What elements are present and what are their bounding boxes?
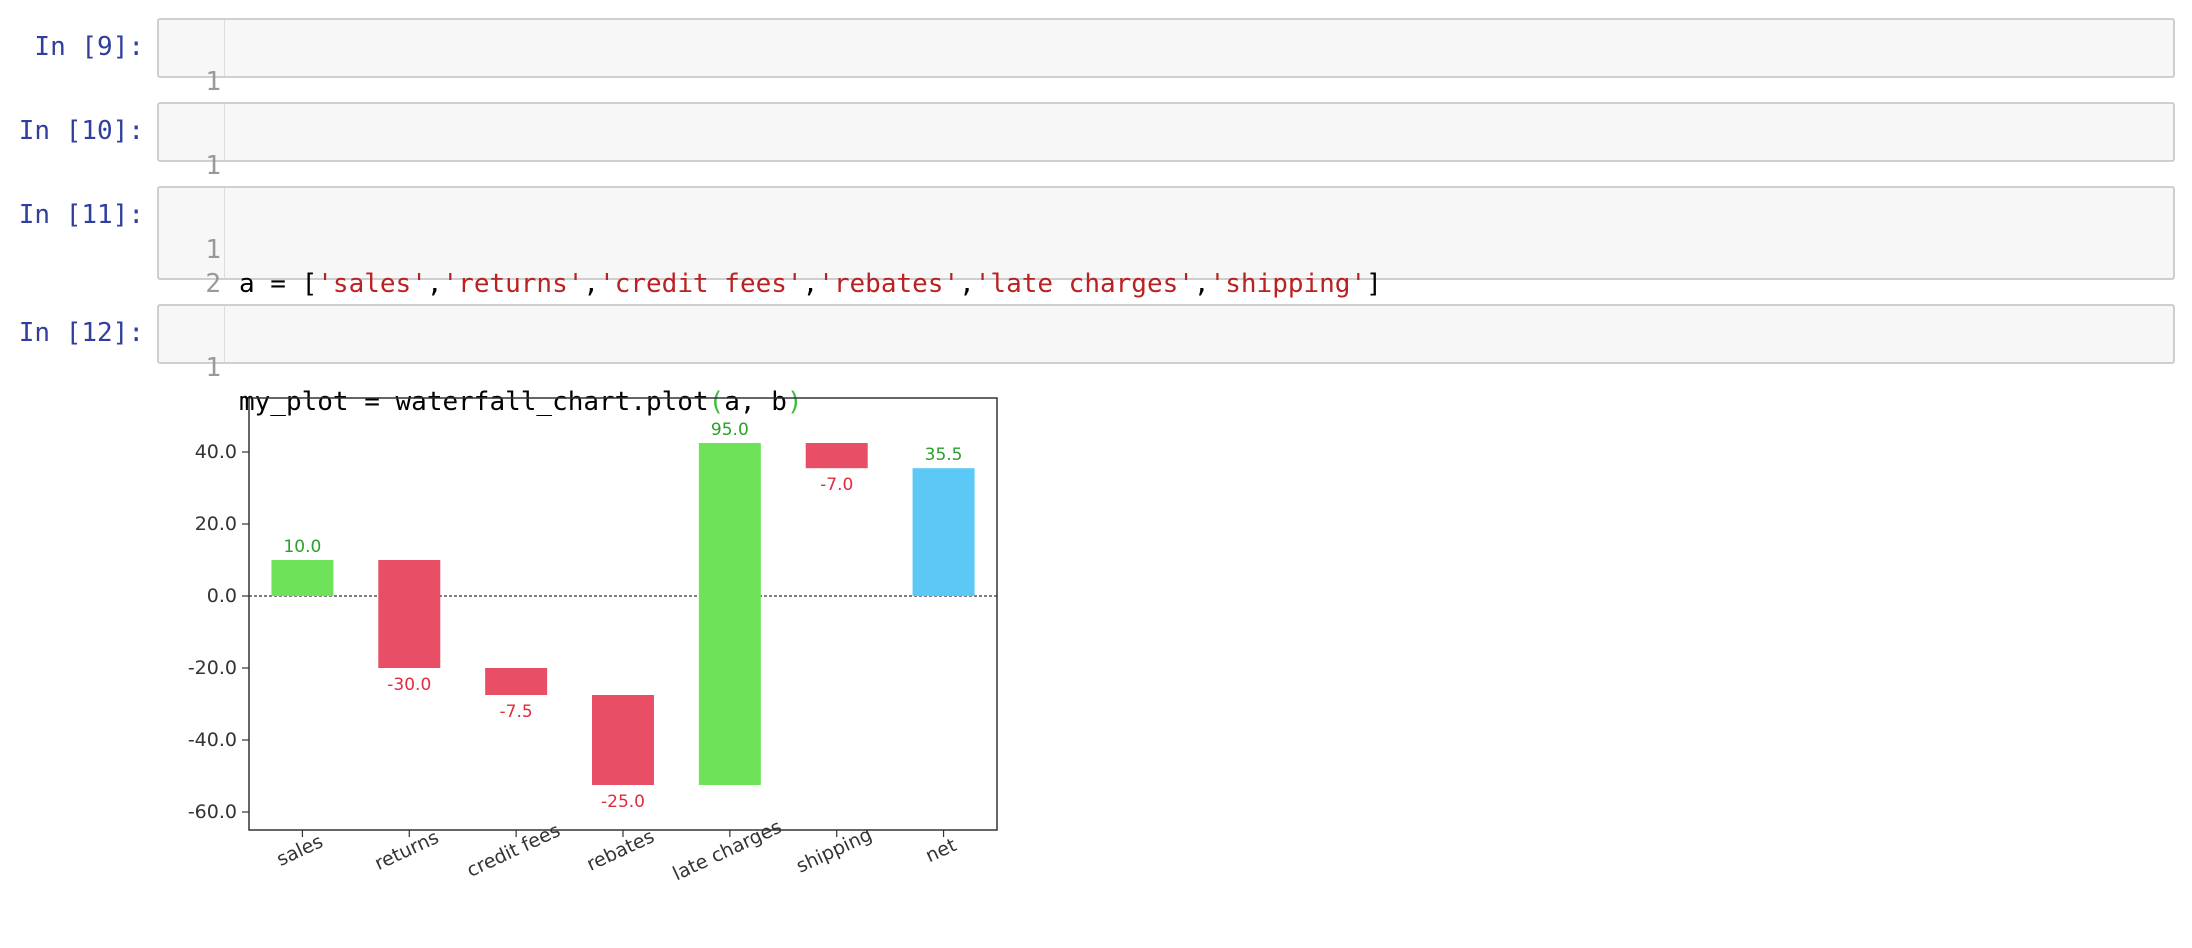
code-line[interactable]: 1 a = ['sales','returns','credit fees','… xyxy=(159,199,2173,299)
bar-shipping xyxy=(805,443,868,469)
code-token: , xyxy=(959,269,975,299)
data-label: 10.0 xyxy=(283,537,321,557)
y-tick-label: -60.0 xyxy=(188,801,237,823)
x-tick-label: rebates xyxy=(583,825,657,875)
code-token: 'returns' xyxy=(442,269,584,299)
data-label: -7.5 xyxy=(500,702,533,722)
bar-net xyxy=(912,468,975,596)
code-token: 'credit fees' xyxy=(599,269,803,299)
x-tick-label: credit fees xyxy=(463,819,563,881)
cell-prompt: In [9]: xyxy=(34,32,144,62)
code-line[interactable]: 1 %matplotlib inline xyxy=(159,31,2173,131)
code-token: 'late charges' xyxy=(974,269,1194,299)
bar-late-charges xyxy=(698,443,761,785)
line-number: 2 xyxy=(205,269,221,299)
y-tick-label: 0.0 xyxy=(207,585,237,607)
cell-output: 10.0 sales -30.0 returns -7.5 credit fees -25.… xyxy=(157,384,1017,948)
x-tick-label: returns xyxy=(371,826,442,875)
cell-prompt: In [11]: xyxy=(18,200,144,230)
code-token: , xyxy=(426,269,443,299)
code-input[interactable]: 1 import waterfall_chart xyxy=(157,102,2175,215)
code-token: , xyxy=(1193,269,1210,299)
code-token: ] xyxy=(1366,269,1382,299)
line-number: 1 xyxy=(205,67,221,97)
x-tick-label: sales xyxy=(273,830,326,870)
code-line[interactable]: 1 my_plot = waterfall_chart.plot(a, b) xyxy=(159,317,2173,417)
bar-rebates xyxy=(592,695,654,785)
code-token: , xyxy=(583,269,600,299)
bar-credit-fees xyxy=(485,668,548,695)
data-label: 35.5 xyxy=(925,445,963,465)
y-tick-label: -20.0 xyxy=(188,657,237,679)
y-tick-label: 20.0 xyxy=(195,513,237,535)
data-label: -7.0 xyxy=(820,475,853,495)
code-token: 'sales' xyxy=(317,269,427,299)
y-tick-label: 40.0 xyxy=(195,441,237,463)
code-token: , xyxy=(802,269,819,299)
line-number: 1 xyxy=(205,353,221,383)
data-label: -25.0 xyxy=(601,792,645,812)
data-label: -30.0 xyxy=(387,675,431,695)
cell-prompt: In [12]: xyxy=(18,318,144,348)
code-input[interactable]: 1 %matplotlib inline xyxy=(157,18,2175,131)
code-input[interactable]: 1 a = ['sales','returns','credit fees','… xyxy=(157,186,2175,333)
code-text: a = ['sales','returns','credit fees','re… xyxy=(239,267,1382,301)
y-tick-label: -40.0 xyxy=(188,729,237,751)
cell-prompt: In [10]: xyxy=(18,116,144,146)
x-tick-label: late charges xyxy=(669,816,785,886)
waterfall-chart: 10.0 sales -30.0 returns -7.5 credit fees -25.… xyxy=(188,397,998,886)
code-line[interactable]: 1 import waterfall_chart xyxy=(159,115,2173,215)
data-label: 95.0 xyxy=(711,420,749,440)
x-tick-label: net xyxy=(922,834,960,867)
bar-returns xyxy=(378,560,441,668)
code-token: 'shipping' xyxy=(1209,269,1367,299)
code-line[interactable]: 2 b = [10,-30,-7.5,-25,95,-7] xyxy=(159,233,2173,333)
code-token: 'rebates' xyxy=(818,269,960,299)
bar-sales xyxy=(271,560,334,596)
code-input[interactable]: 1 my_plot = waterfall_chart.plot(a, b) xyxy=(157,304,2175,417)
line-number: 1 xyxy=(205,151,221,181)
x-tick-label: shipping xyxy=(793,824,875,878)
